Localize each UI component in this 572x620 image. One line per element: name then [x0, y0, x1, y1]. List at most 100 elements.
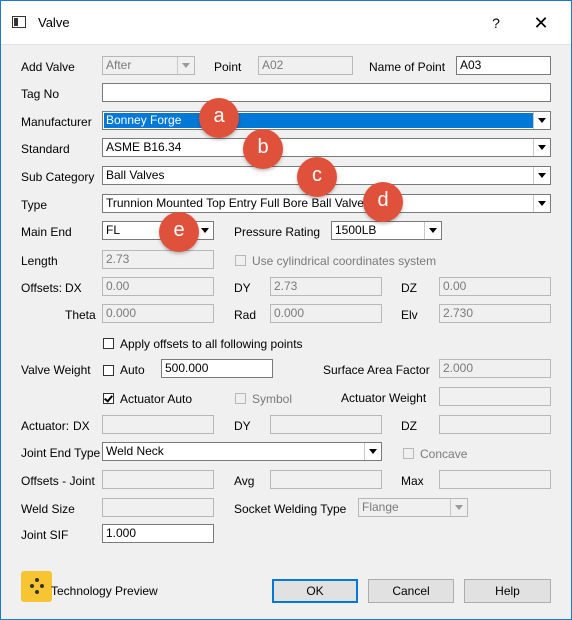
- surface-area-factor-field[interactable]: 2.000: [439, 359, 551, 378]
- chevron-down-icon: [177, 57, 194, 74]
- standard-value: ASME B16.34: [106, 140, 182, 154]
- max-field[interactable]: [439, 470, 551, 489]
- weld-size-field[interactable]: [102, 498, 214, 517]
- offset-dx-label: DX: [65, 281, 82, 295]
- annotation-badge-d: d: [363, 182, 403, 222]
- auto-label: Auto: [120, 363, 145, 377]
- add-valve-select[interactable]: After: [102, 56, 195, 75]
- weld-size-label: Weld Size: [21, 502, 75, 516]
- pressure-rating-value: 1500LB: [335, 223, 377, 237]
- theta-label: Theta: [65, 308, 96, 322]
- main-end-value: FL: [106, 223, 121, 237]
- avg-field[interactable]: [270, 470, 382, 489]
- add-valve-label: Add Valve: [21, 60, 75, 74]
- help-button[interactable]: Help: [464, 579, 551, 603]
- joint-end-type-select[interactable]: Weld Neck: [102, 442, 382, 461]
- length-label: Length: [21, 254, 58, 268]
- socket-welding-type-select[interactable]: Flange: [358, 498, 468, 517]
- valve-dialog: Valve ? ✕ Add Valve After Point A02 Name…: [0, 0, 572, 620]
- pressure-rating-label: Pressure Rating: [234, 225, 321, 239]
- offset-dz-label: DZ: [401, 281, 417, 295]
- offset-dz-field[interactable]: 0.00: [439, 277, 551, 296]
- rad-field[interactable]: 0.000: [270, 304, 382, 323]
- chevron-down-icon: [533, 112, 550, 129]
- joint-sif-field[interactable]: 1.000: [102, 524, 214, 543]
- elv-field[interactable]: 2.730: [439, 304, 551, 323]
- name-of-point-field[interactable]: A03: [456, 56, 551, 75]
- socket-welding-type-value: Flange: [362, 500, 399, 514]
- point-field[interactable]: A02: [258, 56, 353, 75]
- actuator-dx-field[interactable]: [102, 415, 214, 434]
- main-end-label: Main End: [21, 225, 72, 239]
- length-field[interactable]: 2.73: [102, 250, 214, 269]
- socket-welding-type-label: Socket Welding Type: [234, 502, 347, 516]
- offset-dy-field[interactable]: 2.73: [270, 277, 382, 296]
- offset-dy-label: DY: [234, 281, 251, 295]
- actuator-weight-label: Actuator Weight: [341, 391, 427, 405]
- offsets-joint-field[interactable]: [102, 470, 214, 489]
- cancel-button[interactable]: Cancel: [368, 579, 454, 603]
- use-cylindrical-label: Use cylindrical coordinates system: [252, 254, 437, 268]
- technology-preview-icon: [21, 571, 52, 602]
- actuator-dy-label: DY: [234, 419, 251, 433]
- standard-label: Standard: [21, 142, 70, 156]
- window-title: Valve: [38, 15, 70, 30]
- avg-label: Avg: [234, 474, 255, 488]
- close-button[interactable]: ✕: [523, 11, 559, 35]
- manufacturer-label: Manufacturer: [21, 115, 92, 129]
- annotation-badge-c: c: [297, 157, 337, 197]
- chevron-down-icon: [533, 139, 550, 156]
- offsets-label: Offsets:: [21, 281, 63, 295]
- manufacturer-select[interactable]: Bonney Forge: [102, 111, 551, 130]
- auto-checkbox[interactable]: [103, 365, 114, 376]
- apply-offsets-checkbox[interactable]: [103, 338, 114, 349]
- actuator-dz-label: DZ: [401, 419, 417, 433]
- valve-weight-label: Valve Weight: [21, 363, 91, 377]
- actuator-dz-field[interactable]: [439, 415, 551, 434]
- joint-sif-label: Joint SIF: [21, 528, 69, 542]
- symbol-checkbox[interactable]: [235, 393, 246, 404]
- offset-dx-field[interactable]: 0.00: [102, 277, 214, 296]
- chevron-down-icon: [533, 167, 550, 184]
- sub-category-value: Ball Valves: [106, 168, 165, 182]
- type-select[interactable]: Trunnion Mounted Top Entry Full Bore Bal…: [102, 194, 551, 213]
- use-cylindrical-checkbox[interactable]: [235, 255, 246, 266]
- tag-no-field[interactable]: [102, 83, 551, 102]
- chevron-down-icon: [533, 195, 550, 212]
- concave-checkbox[interactable]: [403, 448, 414, 459]
- actuator-label: Actuator:: [21, 419, 70, 433]
- actuator-weight-field[interactable]: [439, 387, 551, 406]
- theta-field[interactable]: 0.000: [102, 304, 214, 323]
- annotation-badge-e: e: [159, 212, 199, 252]
- name-of-point-label: Name of Point: [369, 60, 446, 74]
- technology-preview-label: Technology Preview: [51, 584, 158, 598]
- window-icon: [12, 16, 26, 28]
- title-bar: Valve ? ✕: [1, 1, 571, 45]
- chevron-down-icon: [364, 443, 381, 460]
- offsets-joint-label: Offsets - Joint: [21, 474, 95, 488]
- tag-no-label: Tag No: [21, 87, 60, 101]
- actuator-auto-checkbox[interactable]: [103, 393, 114, 404]
- valve-weight-field[interactable]: 500.000: [161, 359, 273, 378]
- type-label: Type: [21, 198, 48, 212]
- title-help-button[interactable]: ?: [479, 11, 513, 35]
- manufacturer-value: Bonney Forge: [104, 113, 533, 128]
- symbol-label: Symbol: [252, 392, 293, 406]
- pressure-rating-select[interactable]: 1500LB: [331, 221, 442, 240]
- max-label: Max: [401, 474, 424, 488]
- apply-offsets-label: Apply offsets to all following points: [120, 337, 303, 351]
- ok-button[interactable]: OK: [272, 579, 358, 603]
- actuator-auto-label: Actuator Auto: [120, 392, 193, 406]
- actuator-dx-label: DX: [73, 419, 90, 433]
- actuator-dy-field[interactable]: [270, 415, 382, 434]
- annotation-badge-b: b: [243, 129, 283, 169]
- concave-label: Concave: [420, 447, 468, 461]
- add-valve-value: After: [106, 58, 132, 72]
- surface-area-factor-label: Surface Area Factor: [323, 363, 430, 377]
- standard-select[interactable]: ASME B16.34: [102, 138, 551, 157]
- rad-label: Rad: [234, 308, 257, 322]
- type-value: Trunnion Mounted Top Entry Full Bore Bal…: [106, 196, 370, 210]
- joint-end-type-label: Joint End Type: [21, 446, 101, 460]
- chevron-down-icon: [450, 499, 467, 516]
- point-label: Point: [214, 60, 242, 74]
